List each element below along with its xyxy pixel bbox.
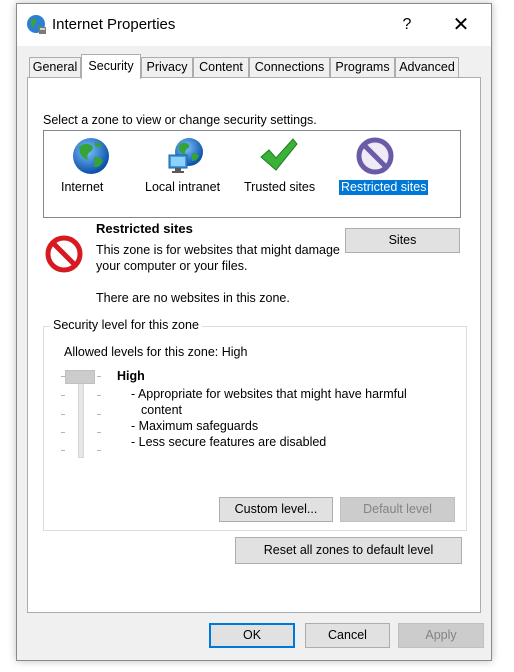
- level-bullet: - Maximum safeguards: [131, 419, 259, 433]
- zone-label-internet: Internet: [61, 180, 104, 194]
- slider-tick: [61, 450, 65, 451]
- window-title: Internet Properties: [52, 16, 176, 33]
- tab-privacy[interactable]: Privacy: [141, 57, 193, 77]
- globe-icon: [73, 138, 109, 174]
- security-level-group: Security level for this zone Allowed lev…: [43, 318, 467, 531]
- custom-level-button[interactable]: Custom level...: [219, 497, 333, 522]
- slider-tick: [97, 414, 101, 415]
- restricted-icon: [356, 137, 394, 175]
- restricted-sites-large-icon: [45, 235, 83, 273]
- network-globe-icon: [168, 138, 203, 173]
- slider-tick: [97, 432, 101, 433]
- slider-tick: [97, 395, 101, 396]
- slider-tick: [97, 376, 101, 377]
- security-level-slider[interactable]: [61, 370, 101, 460]
- tab-programs[interactable]: Programs: [330, 57, 395, 77]
- reset-all-zones-button[interactable]: Reset all zones to default level: [235, 537, 462, 564]
- level-bullet: - Less secure features are disabled: [131, 435, 327, 449]
- slider-tick: [61, 376, 65, 377]
- ok-button[interactable]: OK: [209, 623, 295, 648]
- apply-button: Apply: [398, 623, 484, 648]
- selected-zone-description: This zone is for websites that might dam…: [96, 243, 340, 273]
- help-button[interactable]: ?: [395, 12, 419, 38]
- zone-label-restricted-sites: Restricted sites: [339, 180, 429, 195]
- selected-zone-title: Restricted sites: [96, 221, 193, 236]
- checkmark-icon: [260, 138, 298, 171]
- close-button[interactable]: ✕: [443, 10, 479, 40]
- security-level-description: - Appropriate for websites that might ha…: [131, 386, 441, 450]
- slider-tick: [61, 432, 65, 433]
- slider-tick: [61, 395, 65, 396]
- tab-advanced[interactable]: Advanced: [395, 57, 459, 77]
- tab-content[interactable]: Content: [193, 57, 249, 77]
- security-level-legend: Security level for this zone: [50, 318, 202, 332]
- zone-label-local-intranet: Local intranet: [145, 180, 221, 194]
- level-bullet: - Appropriate for websites that might ha…: [131, 387, 407, 417]
- sites-button[interactable]: Sites: [345, 228, 460, 253]
- tab-connections[interactable]: Connections: [249, 57, 330, 77]
- slider-tick: [97, 450, 101, 451]
- internet-properties-icon: [27, 15, 46, 34]
- internet-properties-dialog: Internet Properties ? ✕ General Security…: [16, 3, 492, 661]
- security-level-name: High: [117, 369, 145, 383]
- zone-restricted-sites[interactable]: Restricted sites: [328, 131, 429, 217]
- selected-zone-note: There are no websites in this zone.: [96, 291, 290, 305]
- title-bar[interactable]: Internet Properties ? ✕: [17, 4, 491, 46]
- zone-label-trusted-sites: Trusted sites: [244, 180, 316, 194]
- zone-trusted-sites[interactable]: Trusted sites: [240, 131, 322, 217]
- zone-prompt: Select a zone to view or change security…: [43, 113, 317, 127]
- zone-internet[interactable]: Internet: [54, 131, 128, 217]
- zone-local-intranet[interactable]: Local intranet: [140, 131, 232, 217]
- cancel-button[interactable]: Cancel: [305, 623, 390, 648]
- zone-list: Internet Local intranet Trusted sites Re…: [43, 130, 461, 218]
- slider-thumb[interactable]: [65, 370, 95, 384]
- default-level-button: Default level: [340, 497, 455, 522]
- allowed-levels-text: Allowed levels for this zone: High: [64, 345, 248, 359]
- tab-general[interactable]: General: [29, 57, 81, 77]
- tab-security[interactable]: Security: [81, 54, 141, 79]
- security-tab-panel: Select a zone to view or change security…: [27, 77, 481, 613]
- slider-tick: [61, 414, 65, 415]
